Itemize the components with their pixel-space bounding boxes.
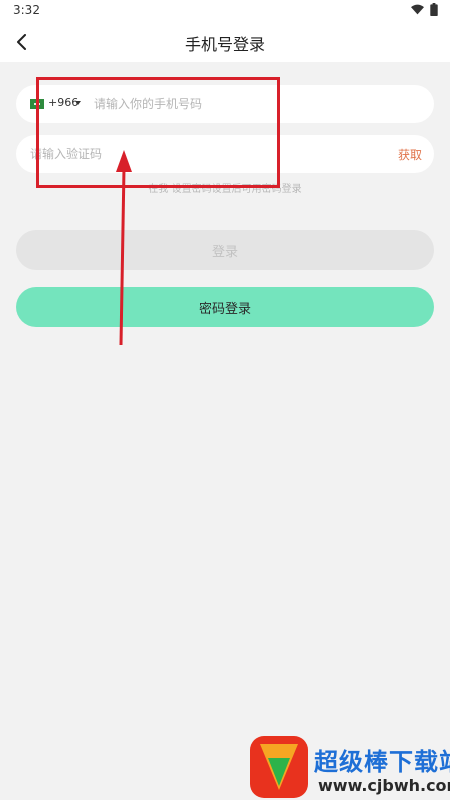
battery-icon xyxy=(430,3,438,16)
watermark-name: 超级棒下载站 xyxy=(314,748,450,776)
watermark-logo-icon xyxy=(250,736,308,798)
watermark: 超级棒下载站 www.cjbwh.com xyxy=(250,736,450,800)
status-icons xyxy=(411,3,438,16)
get-code-button[interactable]: 获取 xyxy=(398,146,422,163)
page-title: 手机号登录 xyxy=(184,35,265,54)
wifi-icon xyxy=(411,4,424,15)
watermark-url: www.cjbwh.com xyxy=(318,776,450,795)
annotation-highlight-box xyxy=(36,77,280,188)
status-bar: 3:32 xyxy=(0,0,450,22)
login-button[interactable]: 登录 xyxy=(16,230,434,270)
password-login-button[interactable]: 密码登录 xyxy=(16,287,434,327)
status-time: 3:32 xyxy=(13,3,40,17)
nav-bar: 手机号登录 xyxy=(0,22,450,62)
